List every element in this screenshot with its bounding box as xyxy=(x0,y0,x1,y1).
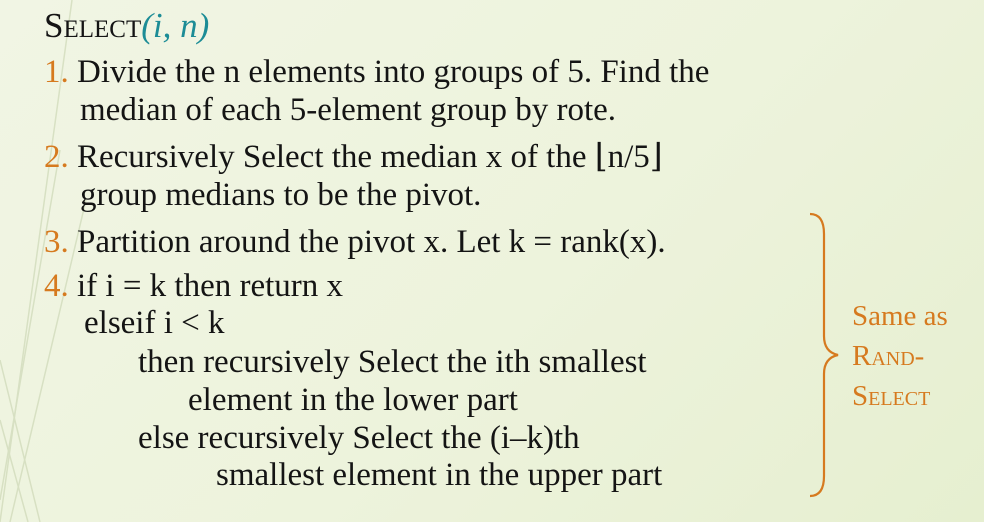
step-3-line-1: 3. Partition around the pivot x. Let k =… xyxy=(44,222,666,262)
step-number: 1. xyxy=(44,54,69,90)
side-note-line-2: Rand- xyxy=(852,340,925,372)
step-text: if i = k then return x xyxy=(77,268,344,304)
page-title: Select(i, n) xyxy=(44,6,209,46)
title-args: (i, n) xyxy=(141,6,210,45)
step-4-line-6: smallest element in the upper part xyxy=(216,457,663,493)
step-4-line-3: then recursively Select the ith smallest xyxy=(138,344,647,380)
step-4-line-4: element in the lower part xyxy=(188,382,518,418)
side-note: Same as Rand- Select xyxy=(852,296,948,416)
step-4-line-2: elseif i < k xyxy=(84,305,225,341)
title-name: Select xyxy=(44,6,142,45)
step-text: Divide the n elements into groups of 5. … xyxy=(77,54,710,90)
right-brace xyxy=(809,212,839,498)
step-4-line-5: else recursively Select the (i–k)th xyxy=(138,420,580,456)
step-number: 4. xyxy=(44,268,69,304)
step-2-line-2: group medians to be the pivot. xyxy=(80,177,482,213)
step-text: Partition around the pivot x. Let k = ra… xyxy=(77,224,666,260)
step-number: 3. xyxy=(44,224,69,260)
step-4-line-1: 4. if i = k then return x xyxy=(44,266,343,306)
step-text: Recursively Select the median x of the ⌊… xyxy=(77,139,663,175)
step-1-line-2: median of each 5-element group by rote. xyxy=(80,92,617,128)
side-note-line-3: Select xyxy=(852,380,931,412)
step-1-line-1: 1. Divide the n elements into groups of … xyxy=(44,52,709,92)
side-note-line-1: Same as xyxy=(852,300,948,332)
step-number: 2. xyxy=(44,139,69,175)
step-2-line-1: 2. Recursively Select the median x of th… xyxy=(44,137,663,177)
